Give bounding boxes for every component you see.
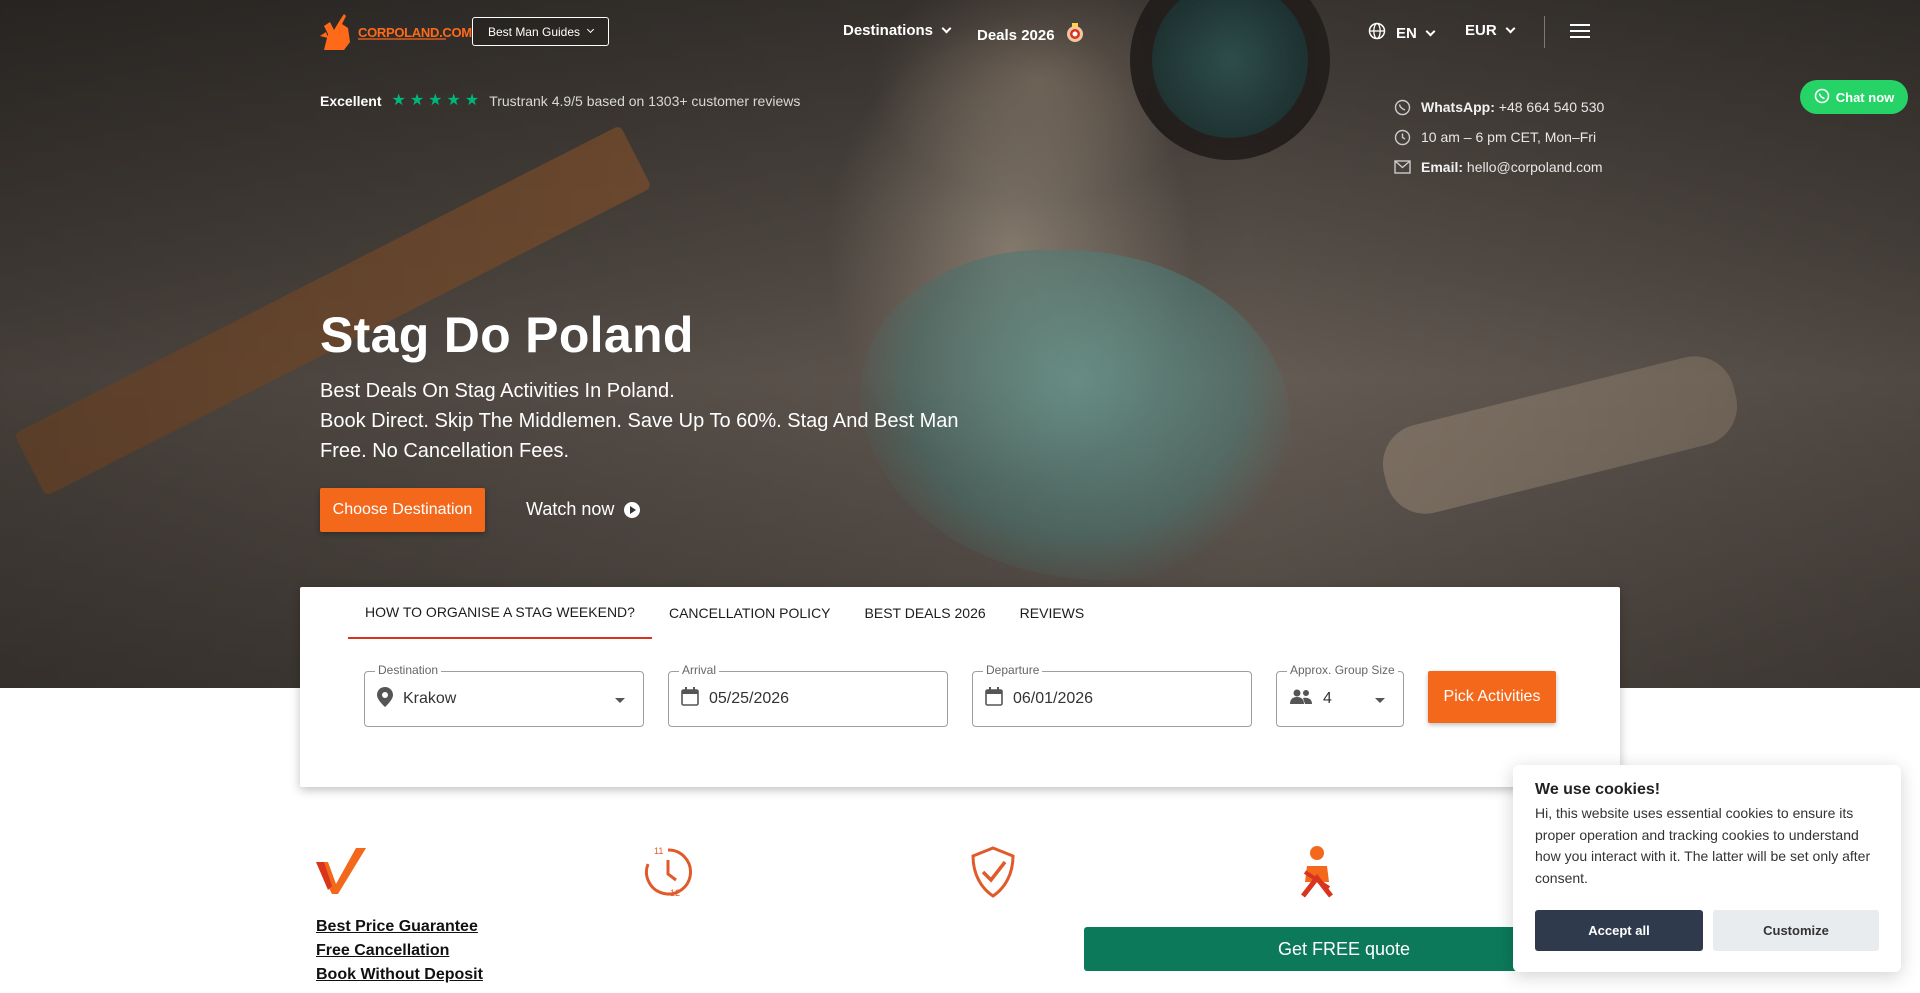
play-icon (624, 501, 641, 518)
logo-mark-icon (320, 12, 354, 52)
dropdown-arrow-icon (1375, 698, 1385, 703)
trust-label: Excellent (320, 93, 382, 109)
calendar-icon (681, 687, 699, 711)
cookie-text: Hi, this website uses essential cookies … (1535, 805, 1871, 886)
accept-all-button[interactable]: Accept all (1535, 910, 1703, 951)
chevron-down-icon (586, 25, 595, 34)
group-icon (1289, 689, 1313, 710)
trust-rating-text: Trustrank 4.9/5 based on 1303+ customer … (489, 93, 801, 109)
page-title: Stag Do Poland (320, 307, 694, 363)
whatsapp-number: +48 664 540 530 (1498, 99, 1605, 115)
star-icon: ★ (391, 92, 406, 109)
clock-icon: 11 12 (640, 844, 696, 900)
whatsapp-icon (1393, 98, 1411, 116)
contact-hours: 10 am – 6 pm CET, Mon–Fri (1393, 122, 1604, 152)
mail-icon (1393, 158, 1411, 176)
clock-icon (1393, 128, 1411, 146)
shield-check-icon (965, 844, 1021, 900)
best-man-guides-button[interactable]: Best Man Guides (472, 17, 609, 46)
svg-text:12: 12 (670, 888, 680, 898)
hero-subtitle: Best Deals On Stag Activities In Poland.… (320, 376, 960, 466)
whatsapp-label: WhatsApp: (1421, 99, 1495, 115)
chat-now-label: Chat now (1835, 89, 1895, 105)
dropdown-arrow-icon (615, 698, 625, 703)
currency-selector[interactable]: EUR (1465, 22, 1516, 39)
logo-underline (358, 38, 446, 40)
deals-badge-icon (1065, 22, 1085, 48)
currency-label: EUR (1465, 22, 1497, 39)
contact-email[interactable]: Email: hello@corpoland.com (1393, 152, 1604, 182)
star-icon: ★ (446, 92, 461, 109)
email-label: Email: (1421, 159, 1464, 175)
destination-label: Destination (375, 663, 442, 677)
calendar-icon (985, 687, 1003, 711)
destination-select[interactable]: Destination Krakow (364, 663, 644, 727)
departure-value: 06/01/2026 (1013, 690, 1094, 707)
tab-cancellation-policy[interactable]: Cancellation Policy (652, 587, 848, 639)
hero-shade (0, 0, 1920, 688)
nav-deals-label: Deals 2026 (977, 26, 1055, 44)
group-size-label: Approx. Group Size (1287, 663, 1398, 677)
nav-deals[interactable]: Deals 2026 (977, 22, 1085, 48)
language-selector[interactable]: EN (1368, 22, 1436, 44)
best-price-guarantee-link[interactable]: Best Price Guarantee (316, 915, 483, 939)
destination-value: Krakow (403, 690, 457, 707)
arrival-date-field[interactable]: Arrival 05/25/2026 (668, 663, 948, 727)
best-man-guides-label: Best Man Guides (487, 24, 581, 39)
arrival-value: 05/25/2026 (709, 690, 790, 707)
hero-subtitle-line2: Book Direct. Skip The Middlemen. Save Up… (320, 410, 959, 462)
group-size-select[interactable]: Approx. Group Size 4 (1276, 663, 1404, 727)
star-icon: ★ (409, 92, 425, 109)
book-without-deposit-link[interactable]: Book Without Deposit (316, 963, 483, 987)
panel-tabs: How to organise a stag weekend? Cancella… (348, 587, 1101, 639)
nav-destinations-label: Destinations (843, 22, 934, 39)
tab-reviews[interactable]: Reviews (1003, 587, 1102, 639)
location-pin-icon (377, 686, 393, 712)
feature-links: Best Price Guarantee Free Cancellation B… (316, 915, 483, 987)
contact-info: WhatsApp: +48 664 540 530 10 am – 6 pm C… (1393, 92, 1604, 182)
person-icon (1289, 844, 1345, 900)
cookie-title: We use cookies! (1535, 781, 1661, 798)
nav-destinations[interactable]: Destinations (843, 22, 952, 39)
watch-now-button[interactable]: Watch now (526, 499, 641, 520)
checkmark-icon (314, 844, 370, 900)
customize-button[interactable]: Customize (1713, 910, 1879, 951)
search-panel: How to organise a stag weekend? Cancella… (300, 587, 1620, 787)
trust-rating[interactable]: Excellent ★ ★ ★ ★ ★ Trustrank 4.9/5 base… (320, 93, 801, 110)
site-logo[interactable]: CORPOLAND.COM (320, 12, 472, 52)
header-divider (1544, 16, 1545, 48)
chat-now-button[interactable]: Chat now (1800, 80, 1908, 114)
trust-stars: ★ ★ ★ ★ ★ (391, 93, 479, 109)
site-header: CORPOLAND.COM Best Man Guides Destinatio… (0, 0, 1920, 64)
globe-icon (1368, 22, 1386, 44)
arrival-label: Arrival (679, 663, 720, 677)
hero-background (0, 0, 1920, 688)
choose-destination-button[interactable]: Choose Destination (320, 488, 485, 532)
group-size-value: 4 (1323, 690, 1332, 707)
svg-text:11: 11 (654, 846, 663, 856)
language-label: EN (1396, 24, 1417, 42)
hero-subtitle-line1: Best Deals On Stag Activities In Poland. (320, 380, 675, 402)
cookie-actions: Accept all Customize (1535, 910, 1879, 951)
half-star-icon: ★ (464, 92, 480, 109)
chevron-down-icon (941, 23, 952, 34)
star-icon: ★ (428, 92, 443, 109)
tab-best-deals[interactable]: Best Deals 2026 (848, 587, 1003, 639)
cookie-banner: We use cookies! Hi, this website uses es… (1513, 765, 1901, 972)
email-address: hello@corpoland.com (1466, 159, 1603, 175)
contact-whatsapp[interactable]: WhatsApp: +48 664 540 530 (1393, 92, 1604, 122)
pick-activities-button[interactable]: Pick Activities (1428, 671, 1556, 723)
watch-now-label: Watch now (526, 499, 615, 519)
departure-label: Departure (983, 663, 1043, 677)
menu-icon[interactable] (1570, 24, 1590, 42)
departure-date-field[interactable]: Departure 06/01/2026 (972, 663, 1252, 727)
hours-text: 10 am – 6 pm CET, Mon–Fri (1421, 129, 1597, 145)
tab-how-to-organise[interactable]: How to organise a stag weekend? (348, 587, 652, 639)
free-cancellation-link[interactable]: Free Cancellation (316, 939, 483, 963)
whatsapp-icon (1814, 88, 1830, 107)
chevron-down-icon (1505, 23, 1516, 34)
chevron-down-icon (1425, 26, 1436, 36)
